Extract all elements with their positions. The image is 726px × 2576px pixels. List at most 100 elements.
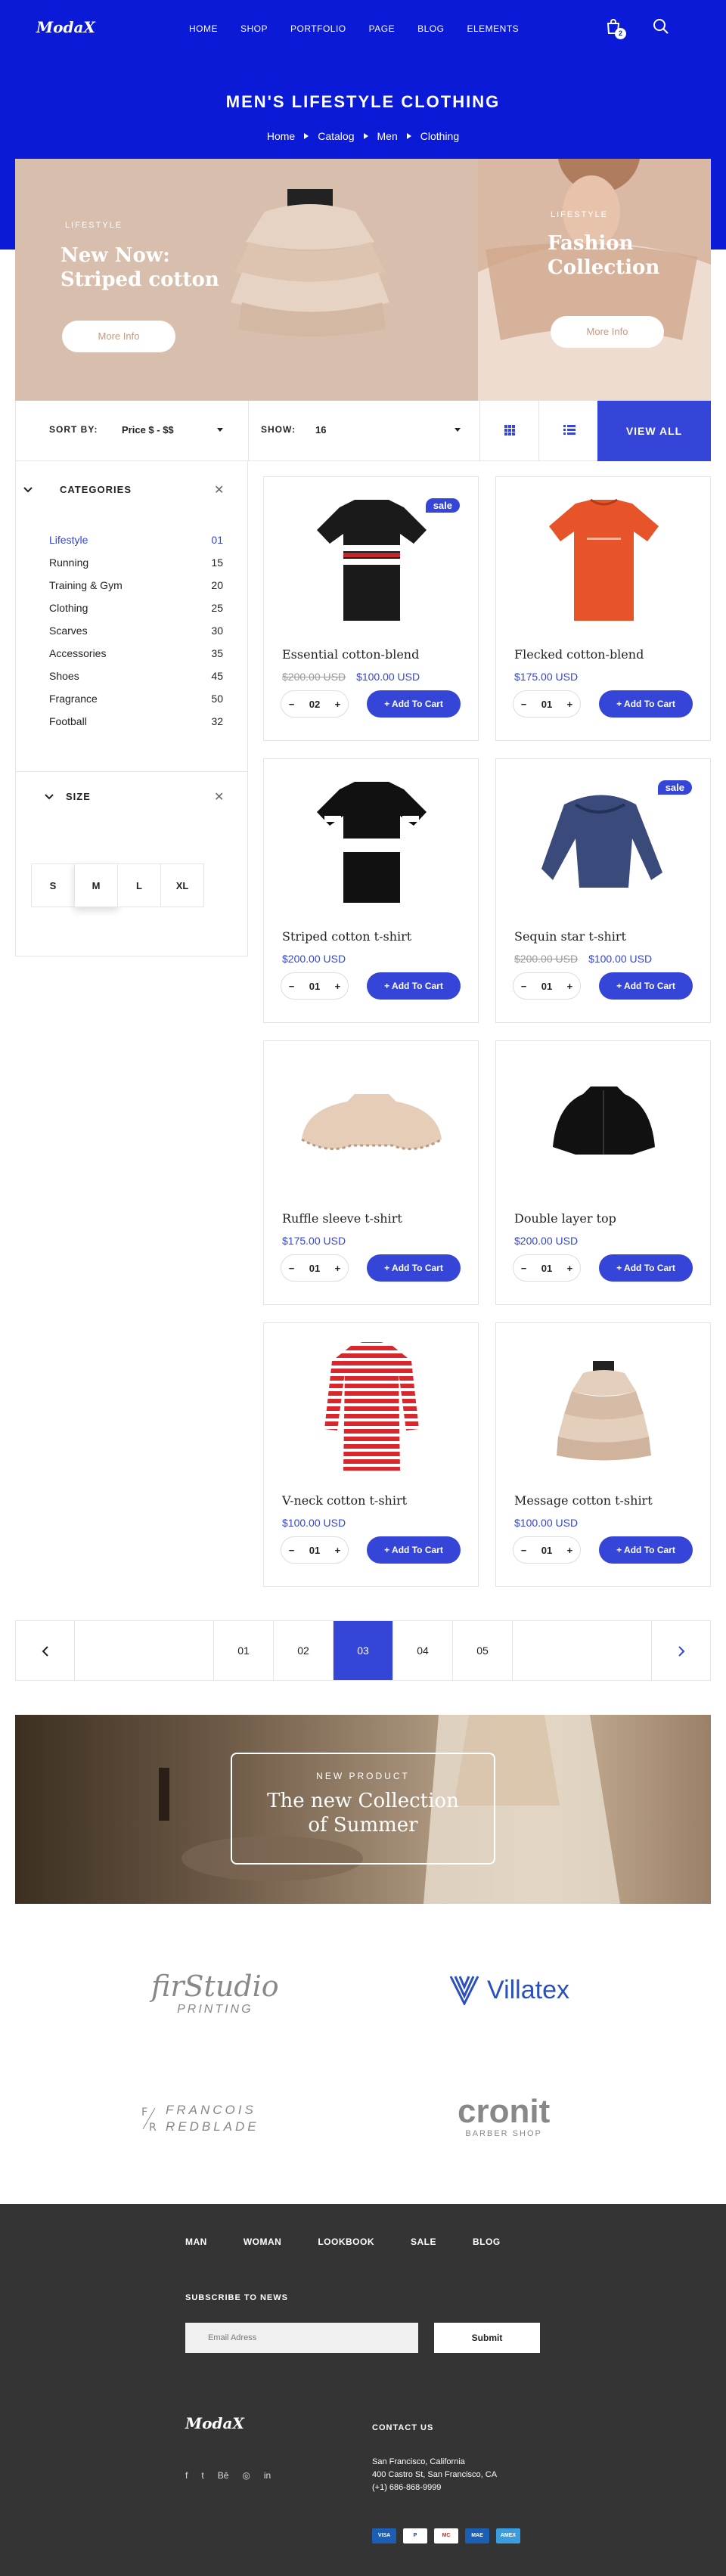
minus-icon[interactable]: −: [289, 699, 295, 710]
plus-icon[interactable]: +: [335, 981, 341, 992]
product-card[interactable]: Message cotton t-shirt $100.00 USD − 01 + …: [495, 1322, 711, 1587]
promo-banner-striped-cotton[interactable]: LIFESTYLE New Now: Striped cotton More I…: [15, 159, 478, 401]
facebook-icon[interactable]: f: [185, 2470, 188, 2481]
breadcrumb-catalog[interactable]: Catalog: [318, 130, 354, 142]
add-to-cart-button[interactable]: + Add To Cart: [599, 972, 693, 1000]
size-option-xl[interactable]: XL: [160, 863, 204, 907]
product-card[interactable]: Flecked cotton-blend $175.00 USD − 01 + + …: [495, 476, 711, 741]
product-name[interactable]: Sequin star t-shirt: [514, 929, 626, 944]
product-card[interactable]: sale Essential cotton-blend $200.00 USD $…: [263, 476, 479, 741]
category-football[interactable]: Football 32: [49, 715, 223, 727]
next-page-button[interactable]: [652, 1621, 710, 1680]
grid-view-button[interactable]: [480, 401, 539, 460]
quantity-stepper[interactable]: − 01 +: [513, 1254, 581, 1282]
minus-icon[interactable]: −: [521, 699, 527, 710]
add-to-cart-button[interactable]: + Add To Cart: [599, 1536, 693, 1564]
page-01[interactable]: 01: [214, 1621, 274, 1680]
product-card[interactable]: Ruffle sleeve t-shirt $175.00 USD − 01 + +…: [263, 1040, 479, 1305]
add-to-cart-button[interactable]: + Add To Cart: [367, 1254, 461, 1282]
product-name[interactable]: Striped cotton t-shirt: [282, 929, 411, 944]
footer-nav-sale[interactable]: SALE: [411, 2237, 436, 2247]
logo[interactable]: ModaX: [36, 18, 95, 36]
quantity-stepper[interactable]: − 01 +: [281, 1536, 349, 1564]
size-option-s[interactable]: S: [31, 863, 75, 907]
phone-number[interactable]: (+1) 686-868-9999: [372, 2483, 441, 2492]
quantity-stepper[interactable]: − 01 +: [513, 690, 581, 718]
more-info-button[interactable]: More Info: [551, 316, 664, 348]
product-card[interactable]: Double layer top $200.00 USD − 01 + + Add …: [495, 1040, 711, 1305]
quantity-stepper[interactable]: − 01 +: [513, 1536, 581, 1564]
chevron-down-icon[interactable]: [23, 487, 33, 493]
nav-blog[interactable]: BLOG: [417, 23, 444, 34]
plus-icon[interactable]: +: [335, 699, 341, 710]
cart-button[interactable]: 2: [605, 18, 626, 39]
twitter-icon[interactable]: t: [201, 2470, 203, 2481]
footer-nav-woman[interactable]: WOMAN: [244, 2237, 282, 2247]
view-all-button[interactable]: VIEW ALL: [597, 401, 711, 461]
product-card[interactable]: V-neck cotton t-shirt $100.00 USD − 01 + +…: [263, 1322, 479, 1587]
plus-icon[interactable]: +: [335, 1545, 341, 1556]
submit-button[interactable]: Submit: [434, 2323, 540, 2353]
product-name[interactable]: Essential cotton-blend: [282, 647, 419, 662]
linkedin-icon[interactable]: in: [264, 2470, 271, 2481]
sort-dropdown[interactable]: SORT BY: Price $ - $$: [16, 401, 249, 460]
add-to-cart-button[interactable]: + Add To Cart: [367, 690, 461, 718]
category-shoes[interactable]: Shoes 45: [49, 670, 223, 682]
plus-icon[interactable]: +: [567, 981, 573, 992]
size-option-l[interactable]: L: [117, 863, 161, 907]
page-05[interactable]: 05: [453, 1621, 513, 1680]
add-to-cart-button[interactable]: + Add To Cart: [599, 1254, 693, 1282]
category-running[interactable]: Running 15: [49, 556, 223, 569]
prev-page-button[interactable]: [16, 1621, 75, 1680]
quantity-stepper[interactable]: − 01 +: [513, 972, 581, 1000]
promo-banner-fashion-collection[interactable]: LIFESTYLE Fashion Collection More Info: [478, 159, 711, 401]
minus-icon[interactable]: −: [289, 981, 295, 992]
brand-logo-villatex[interactable]: Villatex: [449, 1975, 569, 2005]
quantity-stepper[interactable]: − 01 +: [281, 972, 349, 1000]
product-name[interactable]: Flecked cotton-blend: [514, 647, 644, 662]
product-name[interactable]: Ruffle sleeve t-shirt: [282, 1211, 402, 1226]
category-scarves[interactable]: Scarves 30: [49, 625, 223, 637]
plus-icon[interactable]: +: [567, 1263, 573, 1274]
product-name[interactable]: Double layer top: [514, 1211, 616, 1226]
close-icon[interactable]: ✕: [214, 482, 224, 498]
nav-shop[interactable]: SHOP: [240, 23, 268, 34]
minus-icon[interactable]: −: [521, 1545, 527, 1556]
category-clothing[interactable]: Clothing 25: [49, 602, 223, 614]
breadcrumb-men[interactable]: Men: [377, 130, 398, 142]
nav-elements[interactable]: ELEMENTS: [467, 23, 519, 34]
new-collection-banner[interactable]: NEW PRODUCT The new Collection of Summer: [15, 1715, 711, 1904]
dribbble-icon[interactable]: ◎: [242, 2470, 250, 2481]
product-name[interactable]: V-neck cotton t-shirt: [282, 1493, 407, 1508]
quantity-stepper[interactable]: − 01 +: [281, 1254, 349, 1282]
brand-logo-firstudio[interactable]: firStudio PRINTING: [151, 1970, 279, 2016]
footer-nav-man[interactable]: MAN: [185, 2237, 207, 2247]
add-to-cart-button[interactable]: + Add To Cart: [599, 690, 693, 718]
minus-icon[interactable]: −: [289, 1545, 295, 1556]
category-lifestyle[interactable]: Lifestyle 01: [49, 534, 223, 546]
quantity-stepper[interactable]: − 02 +: [281, 690, 349, 718]
size-option-m[interactable]: M: [74, 863, 118, 907]
add-to-cart-button[interactable]: + Add To Cart: [367, 1536, 461, 1564]
brand-logo-francois-redblade[interactable]: FR FRANCOIS REDBLADE: [140, 2102, 264, 2135]
plus-icon[interactable]: +: [335, 1263, 341, 1274]
show-dropdown[interactable]: SHOW: 16: [249, 401, 480, 460]
page-02[interactable]: 02: [274, 1621, 334, 1680]
product-card[interactable]: Striped cotton t-shirt $200.00 USD − 01 + …: [263, 758, 479, 1023]
category-training-gym[interactable]: Training & Gym 20: [49, 579, 223, 591]
list-view-button[interactable]: [539, 401, 598, 460]
nav-page[interactable]: PAGE: [369, 23, 395, 34]
close-icon[interactable]: ✕: [214, 789, 224, 804]
minus-icon[interactable]: −: [521, 981, 527, 992]
footer-nav-lookbook[interactable]: LOOKBOOK: [318, 2237, 374, 2247]
plus-icon[interactable]: +: [567, 1545, 573, 1556]
email-input[interactable]: Email Adress: [185, 2323, 418, 2353]
search-button[interactable]: [653, 18, 669, 35]
footer-logo[interactable]: ModaX: [185, 2414, 244, 2432]
plus-icon[interactable]: +: [567, 699, 573, 710]
product-name[interactable]: Message cotton t-shirt: [514, 1493, 653, 1508]
minus-icon[interactable]: −: [521, 1263, 527, 1274]
footer-nav-blog[interactable]: BLOG: [473, 2237, 501, 2247]
category-accessories[interactable]: Accessories 35: [49, 647, 223, 659]
nav-home[interactable]: HOME: [189, 23, 218, 34]
